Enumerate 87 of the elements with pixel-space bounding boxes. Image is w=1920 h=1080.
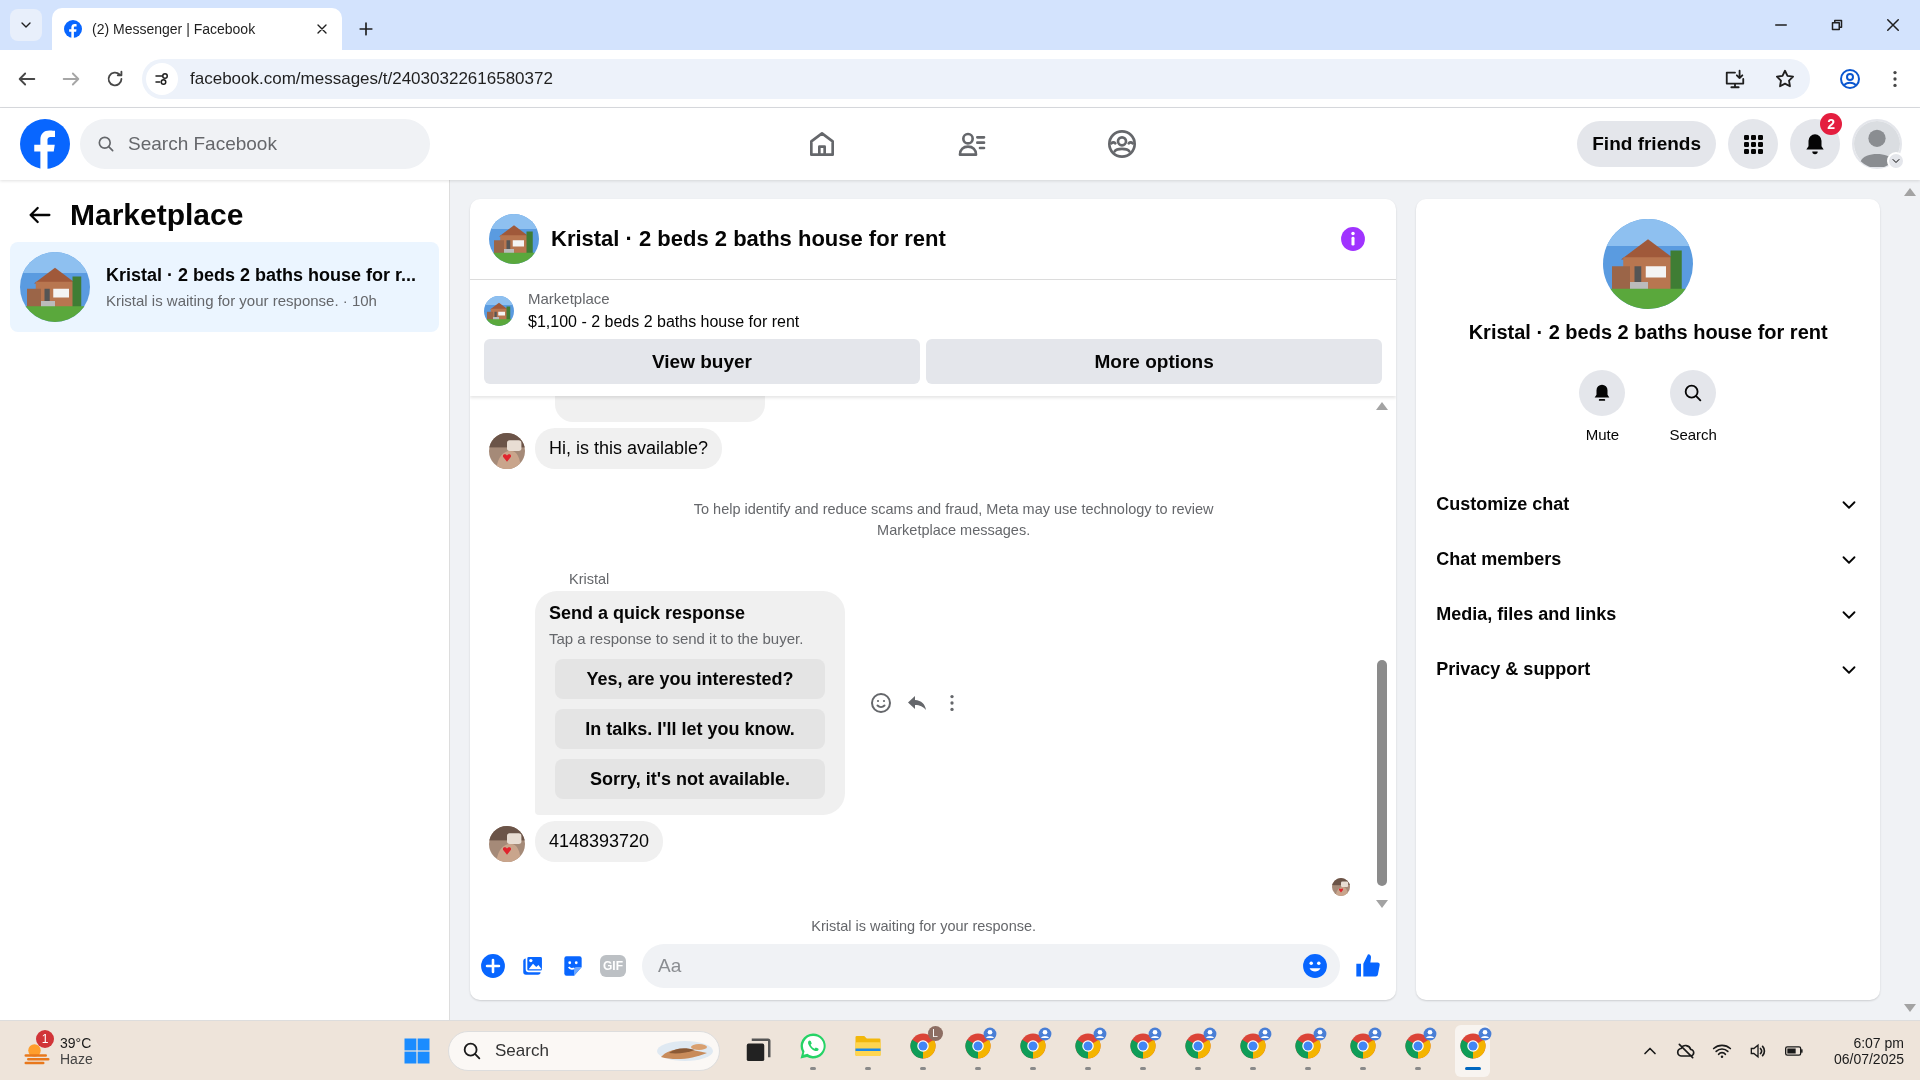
alert-badge: 1 [36,1029,54,1048]
notice-text: To help identify and reduce scams and fraud, Meta may use technology to review Marketplace messages. [692,500,1215,540]
clock-time[interactable]: 6:07 pm [1853,1034,1904,1051]
search-button[interactable] [1670,370,1717,416]
user-icon [1854,121,1900,167]
profile-badge-icon [1312,1027,1327,1041]
listing-label: Marketplace [528,290,611,307]
info-icon[interactable] [1340,226,1367,252]
profile-icon[interactable] [1838,66,1862,91]
browser-icon[interactable] [962,1031,993,1061]
browser-icon[interactable] [1402,1031,1433,1061]
sender-name: Kristal [569,571,611,588]
weather-widget[interactable]: 1 39°C Haze [22,1027,402,1074]
message-field[interactable]: Aa [642,944,1341,988]
cloud-off-icon[interactable] [1675,1040,1696,1061]
site-info-button[interactable] [146,62,178,95]
browser-icon[interactable] [1457,1031,1488,1061]
status-text: Kristal is waiting for your response. [810,918,1038,935]
like-icon[interactable] [1354,952,1383,980]
facebook-icon [64,20,82,38]
conversation-title: Kristal · 2 beds 2 baths house for r... [106,265,417,286]
details-title: Kristal · 2 beds 2 baths house for rent [1467,321,1829,344]
emoji-icon[interactable] [1302,953,1329,979]
message-bubble: Hi, is this available? [535,428,723,469]
quick-reply-button[interactable]: Sorry, it's not available. [555,759,825,800]
tab-search-button[interactable] [10,9,42,41]
emoji-icon[interactable] [869,691,893,716]
quick-response-hint: Tap a response to send it to the buyer. [549,630,805,648]
weather-condition: Haze [60,1050,93,1067]
bookmark-star-icon[interactable] [1774,67,1796,90]
profile-badge-icon [1422,1027,1437,1041]
profile-badge-icon [1257,1027,1272,1041]
profile-badge-icon [1037,1027,1052,1041]
message-input[interactable]: Aa [656,954,1303,978]
chat-title: Kristal · 2 beds 2 baths house for rent [551,226,946,252]
browser-icon[interactable] [1127,1031,1158,1061]
grid-icon [1741,132,1765,156]
browser-icon[interactable] [1017,1031,1048,1061]
section-header[interactable]: Customize chat [1436,477,1860,532]
profile-badge-icon [982,1027,997,1041]
install-icon[interactable] [1724,67,1746,90]
profile-badge-icon [1477,1027,1492,1041]
search-input[interactable]: Search [493,1039,645,1062]
temperature-text: 39°C [60,1034,93,1051]
section-header[interactable]: Media, files and links [1436,587,1860,642]
listing-title: $1,100 - 2 beds 2 baths house for rent [528,313,800,331]
address-bar[interactable]: facebook.com/messages/t/24030322616580372 [142,58,1810,99]
add-icon[interactable] [480,953,506,979]
message-bubble: 4148393720 [535,821,664,863]
browser-icon[interactable] [1292,1031,1323,1061]
notifications-button[interactable] [1790,119,1840,169]
browser-tab[interactable]: (2) Messenger | Facebook [52,8,342,50]
section-header[interactable]: Chat members [1436,532,1860,587]
browser-icon[interactable] [907,1031,938,1061]
listing-button[interactable]: View buyer [484,339,920,384]
profile-badge-icon [1147,1027,1162,1041]
browser-icon[interactable] [1182,1031,1213,1061]
facebook-logo[interactable] [20,119,70,169]
section-header[interactable]: Privacy & support [1436,642,1860,697]
quick-response-title: Send a quick response [549,603,747,625]
notification-badge: 2 [1820,113,1843,135]
conversation-item[interactable]: Kristal · 2 beds 2 baths house for r... Kristal is waiting for your response. · 10h [10,242,439,332]
find-friends-button[interactable]: Find friends [1577,121,1716,167]
account-button[interactable] [1852,119,1902,169]
listing-button[interactable]: More options [926,339,1383,384]
chevron-icon [1887,152,1905,170]
quick-reply-button[interactable]: In talks. I'll let you know. [555,709,825,750]
conversation-preview: Kristal is waiting for your response. · 10h [106,292,378,309]
groups-icon[interactable] [1106,128,1138,160]
browser-icon[interactable] [1237,1031,1268,1061]
search-field[interactable]: Search Facebook [80,119,430,169]
close-icon[interactable] [1884,16,1902,34]
browser-icon[interactable] [1072,1031,1103,1061]
search-input[interactable]: Search Facebook [126,132,414,156]
action-label: Search [1669,426,1717,443]
sidebar-title: Marketplace [70,198,244,232]
menu-button[interactable] [1728,119,1778,169]
taskbar-search[interactable]: Search [448,1030,720,1071]
clock-date[interactable]: 06/07/2025 [1833,1050,1904,1067]
quick-reply-button[interactable]: Yes, are you interested? [555,659,825,700]
profile-badge-icon [1092,1027,1107,1041]
profile-badge-icon [1367,1027,1382,1041]
profile-badge-icon [1202,1027,1217,1041]
action-label: Mute [1585,426,1620,443]
mute-button[interactable] [1579,370,1626,416]
search-icon [96,134,116,154]
browser-icon[interactable] [1347,1031,1378,1061]
